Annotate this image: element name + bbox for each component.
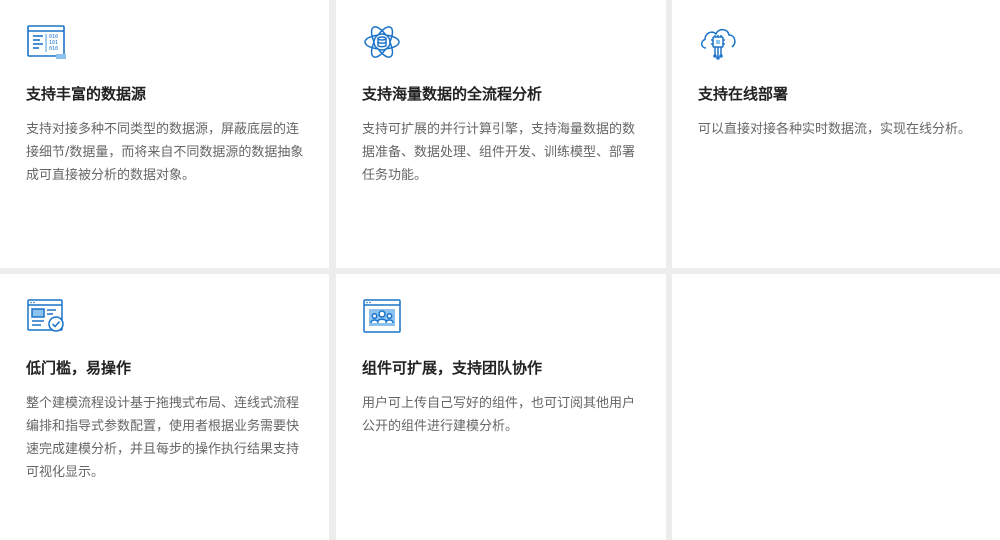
feature-title: 支持丰富的数据源 bbox=[26, 85, 147, 103]
feature-card-data-sources: 010 101 010 支持丰富的数据源 支持对接多种不同类型的数据源，屏蔽底层… bbox=[0, 0, 329, 268]
feature-card-low-threshold: 低门槛，易操作 整个建模流程设计基于拖拽式布局、连线式流程编排和指导式参数配置，… bbox=[0, 274, 329, 540]
window-team-icon bbox=[362, 296, 402, 336]
feature-description: 支持对接多种不同类型的数据源，屏蔽底层的连接细节/数据量，而将来自不同数据源的数… bbox=[26, 122, 304, 183]
feature-card-online-deploy: 支持在线部署 可以直接对接各种实时数据流，实现在线分析。 bbox=[672, 0, 1000, 268]
feature-description: 整个建模流程设计基于拖拽式布局、连线式流程编排和指导式参数配置，使用者根据业务需… bbox=[26, 396, 300, 480]
data-source-code-icon: 010 101 010 bbox=[26, 22, 66, 62]
feature-grid: 010 101 010 支持丰富的数据源 支持对接多种不同类型的数据源，屏蔽底层… bbox=[0, 0, 1000, 540]
feature-description: 支持可扩展的并行计算引擎，支持海量数据的数据准备、数据处理、组件开发、训练模型、… bbox=[362, 122, 636, 183]
window-check-icon bbox=[26, 296, 66, 336]
feature-title: 支持海量数据的全流程分析 bbox=[362, 85, 543, 103]
feature-description: 用户可上传自己写好的组件，也可订阅其他用户公开的组件进行建模分析。 bbox=[362, 396, 636, 434]
cloud-chip-icon bbox=[698, 22, 738, 62]
feature-description: 可以直接对接各种实时数据流，实现在线分析。 bbox=[698, 122, 972, 137]
feature-card-team-collab: 组件可扩展，支持团队协作 用户可上传自己写好的组件，也可订阅其他用户公开的组件进… bbox=[336, 274, 666, 540]
feature-card-full-process: 支持海量数据的全流程分析 支持可扩展的并行计算引擎，支持海量数据的数据准备、数据… bbox=[336, 0, 666, 268]
feature-title: 组件可扩展，支持团队协作 bbox=[362, 359, 543, 377]
feature-title: 低门槛，易操作 bbox=[26, 359, 132, 377]
atom-database-icon bbox=[362, 22, 402, 62]
empty-card bbox=[672, 274, 1000, 540]
feature-title: 支持在线部署 bbox=[698, 85, 789, 103]
svg-text:010: 010 bbox=[49, 46, 58, 52]
